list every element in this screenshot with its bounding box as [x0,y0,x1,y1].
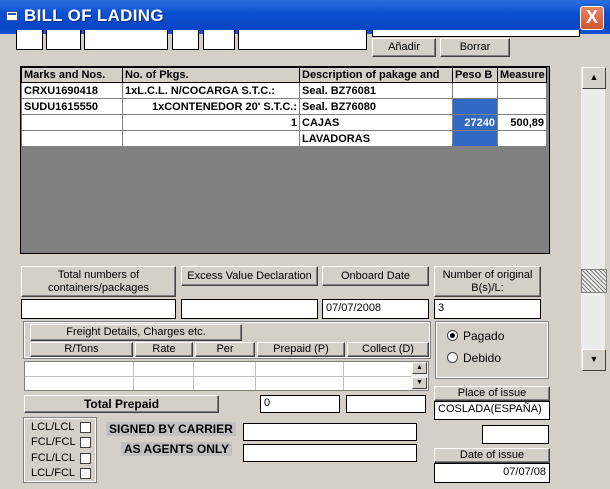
vertical-scrollbar[interactable]: ▲ ▼ [580,66,607,371]
cell-weight[interactable]: 27240 [452,114,498,131]
cell-weight[interactable] [452,98,498,115]
lcl-lcl-checkbox[interactable] [80,422,91,433]
table-row[interactable]: 1 CAJAS 27240 500,89 [21,114,547,131]
freight-row-divider [25,376,411,377]
load-type-label: FCL/LCL [31,452,76,464]
fcl-fcl-checkbox[interactable] [80,437,91,448]
col-pkgs-header[interactable]: No. of Pkgs. [122,67,300,83]
cell-weight[interactable] [452,130,498,147]
total-collect-field[interactable] [346,395,426,413]
col-measure-header[interactable]: Measure [497,67,547,83]
lcl-fcl-checkbox[interactable] [80,468,91,479]
agents-signature-field[interactable] [243,444,417,462]
col-per-button[interactable]: Per [195,342,255,357]
carrier-signature-field[interactable] [243,423,417,441]
cell-description[interactable]: Seal. BZ76081 [299,82,453,99]
containers-label-button[interactable]: Total numbers of containers/packages [21,266,176,297]
table-row[interactable]: CRXU1690418 1xL.C.L. N/COCARGA S.T.C.: S… [21,82,547,99]
top-field-1[interactable] [16,30,43,50]
pagado-radio[interactable] [447,330,458,341]
onboard-date-field[interactable]: 07/07/2008 [322,299,429,319]
freight-col-divider [343,362,344,390]
cell-marks[interactable]: SUDU1615550 [21,98,123,115]
original-bl-button[interactable]: Number of original B(s)/L: [434,266,541,297]
extra-issue-field[interactable] [482,425,549,444]
top-field-7[interactable] [372,30,580,37]
cell-description[interactable]: Seal. BZ76080 [299,98,453,115]
cell-description[interactable]: LAVADORAS [299,130,453,147]
cell-marks[interactable]: CRXU1690418 [21,82,123,99]
col-weight-header[interactable]: Peso B [452,67,498,83]
top-field-4[interactable] [172,30,199,50]
arrow-up-icon[interactable]: ▲ [582,67,606,89]
col-rate-button[interactable]: Rate [135,342,193,357]
freight-col-divider [193,362,194,390]
table-row[interactable]: SUDU1615550 1xCONTENEDOR 20' S.T.C.: Sea… [21,98,547,115]
freight-list[interactable]: ▲ ▼ [24,361,429,391]
place-of-issue-field[interactable]: COSLADA(ESPAÑA) [434,401,550,420]
cargo-grid[interactable]: Marks and Nos. No. of Pkgs. Description … [20,66,550,254]
cell-weight[interactable] [452,82,498,99]
top-field-6[interactable] [238,30,367,50]
date-of-issue-button[interactable]: Date of issue [434,448,550,463]
date-of-issue-field[interactable]: 07/07/08 [434,463,550,483]
as-agents-only-label: AS AGENTS ONLY [121,442,233,456]
window-title: BILL OF LADING [24,6,164,25]
arrow-down-icon[interactable]: ▼ [412,377,427,389]
close-button[interactable]: X [580,6,604,30]
add-button[interactable]: Añadir [372,38,436,57]
col-description-header[interactable]: Description of pakage and [299,67,453,83]
cell-pkgs[interactable]: 1 [122,114,300,131]
original-bl-field[interactable]: 3 [434,299,541,319]
cell-measure[interactable] [497,82,547,99]
cell-pkgs[interactable]: 1xL.C.L. N/COCARGA S.T.C.: [122,82,300,99]
cell-pkgs[interactable]: 1xCONTENEDOR 20' S.T.C.: [122,98,300,115]
delete-button[interactable]: Borrar [440,38,510,57]
cell-pkgs[interactable] [122,130,300,147]
cell-measure[interactable] [497,130,547,147]
freight-details-button[interactable]: Freight Details, Charges etc. [30,324,242,341]
app-icon[interactable] [6,11,18,21]
load-type-label: LCL/FCL [31,467,76,479]
pagado-label[interactable]: Pagado [463,329,504,343]
col-rtons-button[interactable]: R/Tons [30,342,133,357]
cell-marks[interactable] [21,130,123,147]
table-row[interactable]: LAVADORAS [21,130,547,147]
scrollbar-thumb[interactable] [581,269,607,293]
fcl-lcl-checkbox[interactable] [80,453,91,464]
arrow-down-icon[interactable]: ▼ [582,349,606,371]
freight-col-divider [255,362,256,390]
cell-measure[interactable]: 500,89 [497,114,547,131]
arrow-up-icon[interactable]: ▲ [412,362,427,374]
excess-value-button[interactable]: Excess Value Declaration [181,266,318,286]
title-bar: BILL OF LADING X [0,0,610,34]
debido-label[interactable]: Debido [463,351,501,365]
col-marks-header[interactable]: Marks and Nos. [21,67,123,83]
col-prepaid-button[interactable]: Prepaid (P) [257,342,345,357]
signed-by-carrier-label: SIGNED BY CARRIER [106,422,236,436]
onboard-date-button[interactable]: Onboard Date [322,266,429,286]
top-field-2[interactable] [46,30,81,50]
col-collect-button[interactable]: Collect (D) [347,342,429,357]
containers-field[interactable] [21,299,176,319]
excess-value-field[interactable] [181,299,318,319]
total-prepaid-label: Total Prepaid [24,395,219,413]
load-type-label: LCL/LCL [31,421,75,433]
cell-marks[interactable] [21,114,123,131]
total-prepaid-field[interactable]: 0 [260,395,340,413]
top-field-5[interactable] [203,30,235,50]
grid-header-row: Marks and Nos. No. of Pkgs. Description … [21,67,547,83]
freight-col-divider [133,362,134,390]
load-type-label: FCL/FCL [31,436,76,448]
freight-scrollbar[interactable]: ▲ ▼ [412,362,427,390]
place-of-issue-button[interactable]: Place of issue [434,386,550,401]
cell-description[interactable]: CAJAS [299,114,453,131]
debido-radio[interactable] [447,352,458,363]
cell-measure[interactable] [497,98,547,115]
top-field-3[interactable] [84,30,168,50]
